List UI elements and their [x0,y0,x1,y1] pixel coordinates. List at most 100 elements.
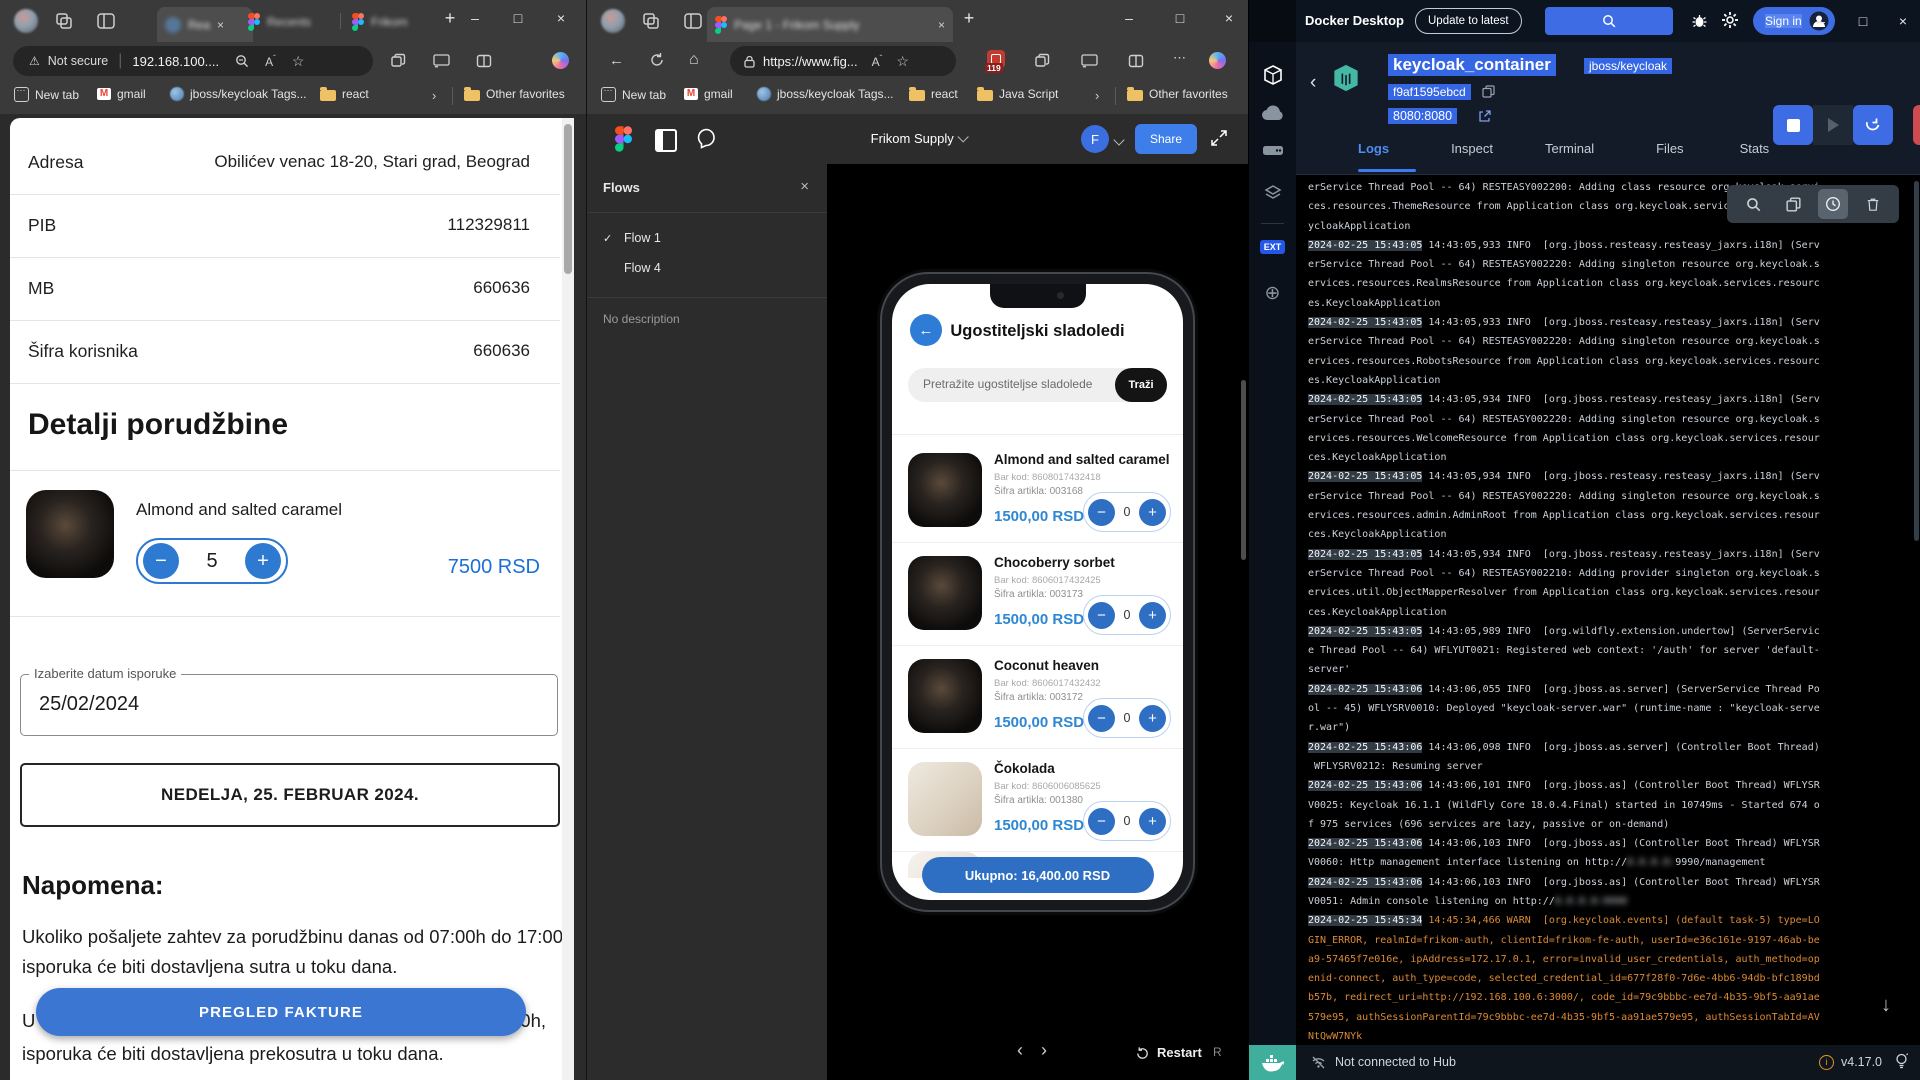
bookmark-item[interactable]: jboss/keycloak Tags... [170,87,307,101]
info-icon[interactable]: i [1819,1055,1834,1070]
plus-button[interactable]: + [245,543,281,579]
log-copy-icon[interactable] [1778,189,1808,219]
bookmark-item[interactable]: M gmail [97,87,146,101]
sidebar-dev-environments-icon[interactable] [1249,182,1296,204]
quantity-stepper[interactable]: − 0 + [1083,492,1171,532]
minimize-button[interactable]: – [1801,3,1841,39]
flow-item[interactable]: ✓ Flow 1 [587,223,827,253]
minimize-button[interactable]: – [455,0,495,36]
tab-stats[interactable]: Stats [1740,141,1770,156]
bookmark-item[interactable]: react [320,87,369,101]
plus-icon[interactable]: + [1139,705,1166,732]
docker-engine-status[interactable] [1249,1045,1296,1080]
cast-icon[interactable] [433,53,450,69]
delivery-date-field[interactable]: Izaberite datum isporuke 25/02/2024 [20,674,558,736]
restart-icon[interactable] [1135,1046,1150,1061]
back-icon[interactable]: ‹ [1310,72,1316,94]
extension-icon[interactable]: 119 [987,50,1005,68]
container-ports[interactable]: 8080:8080 [1388,108,1457,124]
zoom-icon[interactable] [235,54,249,68]
bookmark-item[interactable]: New tab [601,87,666,102]
product-list-item[interactable]: Almond and salted caramel Bar kod: 86080… [892,440,1183,543]
product-list-item[interactable]: Chocoberry sorbet Bar kod: 8606017432425… [892,543,1183,646]
plus-icon[interactable]: + [1139,808,1166,835]
minus-icon[interactable]: − [1088,705,1115,732]
read-aloud-icon[interactable]: Aˆ [265,54,276,69]
sidebar-images-icon[interactable] [1249,104,1296,121]
minus-icon[interactable]: − [1088,808,1115,835]
minus-button[interactable]: − [143,543,179,579]
read-aloud-icon[interactable]: Aˆ [872,54,883,69]
figma-canvas[interactable]: ← Ugostiteljski sladoledi Pretražite ugo… [827,164,1249,1080]
sidebar-extensions-icon[interactable]: EXT [1249,240,1296,254]
tab-close-icon[interactable]: × [217,18,224,32]
bookmark-item[interactable]: M gmail [684,87,733,101]
split-screen-icon[interactable] [476,53,492,69]
close-button[interactable]: × [541,0,581,36]
container-image[interactable]: jboss/keycloak [1584,58,1672,74]
cast-icon[interactable] [1081,53,1098,69]
quantity-stepper[interactable]: − 5 + [136,538,288,584]
search-box[interactable] [1545,7,1673,35]
workspaces-icon[interactable] [54,11,74,31]
quantity-stepper[interactable]: − 0 + [1083,801,1171,841]
bookmarks-overflow-chevron[interactable]: › [1095,88,1099,103]
collections-icon[interactable] [390,53,406,69]
close-button[interactable]: × [1209,0,1249,36]
bookmark-item[interactable]: New tab [14,87,79,102]
tab-inspect[interactable]: Inspect [1451,141,1493,156]
sidebar-volumes-icon[interactable] [1249,142,1296,158]
bookmark-item[interactable]: Java Script [977,87,1058,101]
split-screen-icon[interactable] [1128,53,1144,69]
minus-icon[interactable]: − [1088,602,1115,629]
quantity-stepper[interactable]: − 0 + [1083,698,1171,738]
tab-close-icon[interactable]: × [938,18,945,32]
browser-profile-avatar[interactable] [14,9,38,33]
maximize-button[interactable]: □ [1160,0,1200,36]
next-screen-icon[interactable]: › [1041,1040,1047,1061]
reload-icon[interactable] [649,52,665,68]
prev-screen-icon[interactable]: ‹ [1017,1040,1023,1061]
product-list-item[interactable]: Čokolada Bar kod: 8606006085625 Šifra ar… [892,749,1183,852]
update-button[interactable]: Update to latest [1415,8,1522,34]
scrollbar-thumb[interactable] [564,124,572,274]
copilot-icon[interactable] [552,52,569,69]
fullscreen-icon[interactable] [1209,128,1229,148]
collections-icon[interactable] [1034,53,1050,69]
copilot-icon[interactable] [1209,52,1226,69]
bug-icon[interactable] [1691,12,1708,29]
plus-icon[interactable]: + [1139,499,1166,526]
restart-label[interactable]: Restart [1157,1045,1202,1060]
tab-files[interactable]: Files [1656,141,1683,156]
container-logs[interactable]: erService Thread Pool -- 64) RESTEASY002… [1296,175,1920,1045]
browser-profile-avatar[interactable] [601,9,625,33]
log-timestamps-icon[interactable] [1818,189,1848,219]
bookmarks-overflow-chevron[interactable]: › [432,88,436,103]
back-icon[interactable]: ← [609,52,624,69]
tab-recents[interactable]: Recents [248,7,311,37]
workspaces-icon[interactable] [641,11,661,31]
total-button[interactable]: Ukupno: 16,400.00 RSD [922,857,1154,893]
address-bar[interactable]: https://www.fig... Aˆ ☆ [730,46,956,76]
container-id[interactable]: f9af1595ebcd [1388,84,1471,100]
plus-icon[interactable]: + [1139,602,1166,629]
close-icon[interactable]: × [800,178,809,195]
bookmark-item[interactable]: react [909,87,958,101]
start-button[interactable] [1813,105,1853,145]
tab-logs[interactable]: Logs [1358,141,1389,156]
other-favorites[interactable]: Other favorites [464,87,565,101]
home-icon[interactable]: ⌂ [689,51,699,69]
tab-frikom[interactable]: Frikom [352,7,408,37]
user-avatar[interactable]: F [1081,125,1109,153]
delete-button[interactable] [1913,105,1920,145]
other-favorites[interactable]: Other favorites [1127,87,1228,101]
tab-active-left[interactable]: Rea × [157,7,253,42]
page-scrollbar[interactable] [562,118,574,1080]
close-button[interactable]: × [1883,3,1920,39]
quantity-stepper[interactable]: − 0 + [1083,595,1171,635]
favorites-star-icon[interactable]: ☆ [896,53,909,70]
copy-icon[interactable] [1482,85,1495,98]
log-clear-icon[interactable] [1858,189,1888,219]
sidebar-containers-icon[interactable] [1249,64,1296,86]
vertical-tabs-icon[interactable] [683,11,703,31]
